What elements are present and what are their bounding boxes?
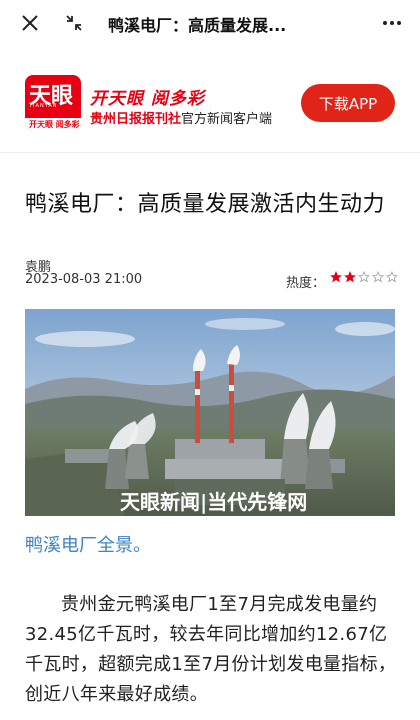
photo-watermark: 天眼新闻|当代先锋网: [120, 490, 307, 514]
heat-label: 热度：: [286, 276, 326, 291]
top-bar: 鸭溪电厂：高质量发展...: [0, 0, 420, 46]
app-logo: 天眼 TIANYAN 开天眼 阅多彩: [25, 75, 81, 131]
empty-star-icon: [386, 271, 398, 283]
collapse-button[interactable]: [54, 0, 94, 46]
filled-star-icon: [344, 271, 356, 283]
banner-subtitle: 贵州日报报刊社官方新闻客户端: [90, 108, 272, 127]
photo-caption: 鸭溪电厂全景。: [25, 535, 151, 556]
close-button[interactable]: [10, 0, 50, 46]
page-title: 鸭溪电厂：高质量发展...: [108, 16, 287, 35]
article-paragraph: 贵州金元鸭溪电厂1至7月完成发电量约32.45亿千瓦时，较去年同比增加约12.6…: [25, 594, 397, 705]
empty-star-icon: [358, 271, 370, 283]
app-download-banner: 天眼 TIANYAN 开天眼 阅多彩 开天眼 阅多彩 贵州日报报刊社官方新闻客户…: [0, 62, 420, 153]
logo-strip: 开天眼 阅多彩: [25, 118, 81, 131]
filled-star-icon: [330, 271, 342, 283]
heat-rating: [330, 271, 398, 283]
logo-tiny-text: TIANYAN: [29, 103, 58, 109]
download-app-button[interactable]: 下载APP: [301, 84, 395, 122]
banner-slogan: 开天眼 阅多彩: [90, 89, 205, 109]
article-title: 鸭溪电厂：高质量发展激活内生动力: [25, 192, 386, 217]
close-icon: [22, 15, 38, 31]
logo-strip-text: 开天眼 阅多彩: [29, 120, 80, 129]
empty-star-icon: [372, 271, 384, 283]
banner-subtitle-rest: 官方新闻客户端: [181, 112, 273, 127]
banner-publisher: 贵州日报报刊社: [90, 112, 182, 127]
article-photo[interactable]: 天眼新闻|当代先锋网: [25, 309, 395, 516]
collapse-icon: [66, 15, 82, 31]
article-date: 2023-08-03 21:00: [25, 272, 143, 287]
power-plant-image: 天眼新闻|当代先锋网: [25, 309, 395, 516]
more-icon: [383, 21, 401, 25]
more-button[interactable]: [372, 0, 412, 46]
